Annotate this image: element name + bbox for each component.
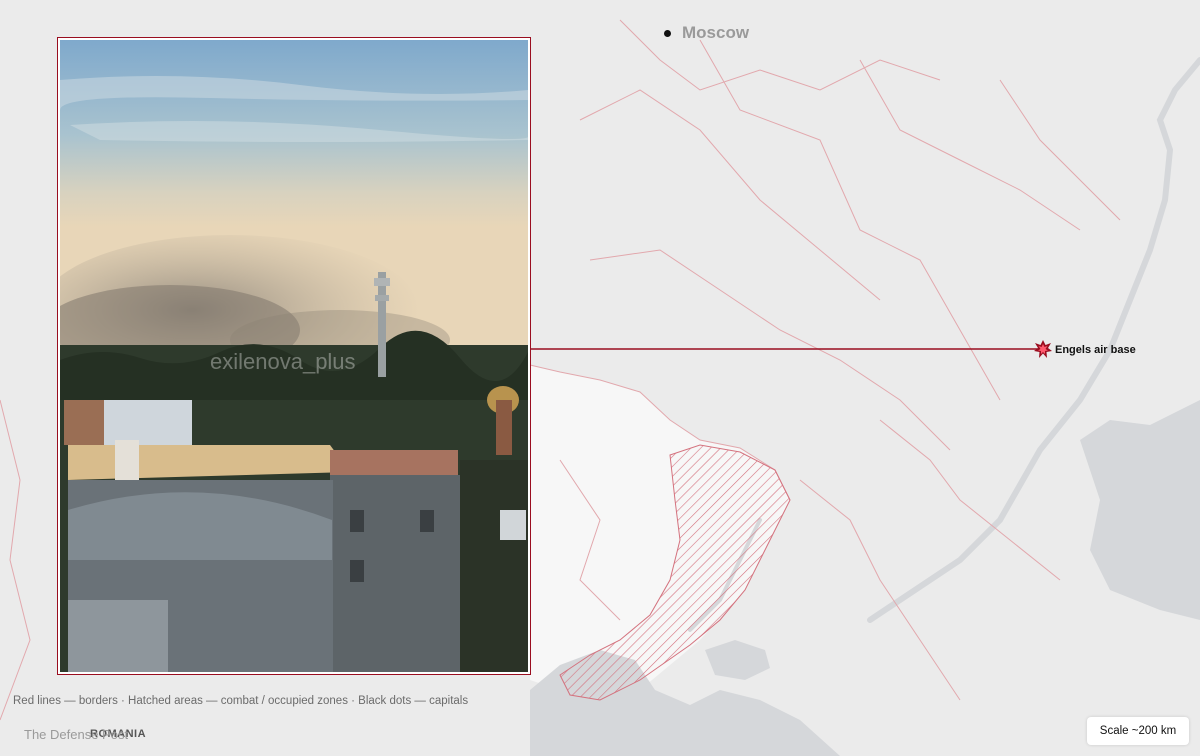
photo-inset[interactable]: exilenova_plus — [57, 37, 531, 675]
credit-text: The Defense Post — [24, 727, 129, 742]
map-stage: Moscow Engels air base ROMANIA exilenova… — [0, 0, 1200, 756]
capital-dot — [664, 30, 671, 37]
marker-label: Engels air base — [1055, 344, 1136, 356]
city-label-moscow: Moscow — [682, 23, 750, 42]
photo-watermark: exilenova_plus — [210, 349, 356, 374]
map-legend: Red lines — borders · Hatched areas — co… — [13, 695, 469, 707]
scale-indicator: Scale ~200 km — [1087, 717, 1189, 745]
